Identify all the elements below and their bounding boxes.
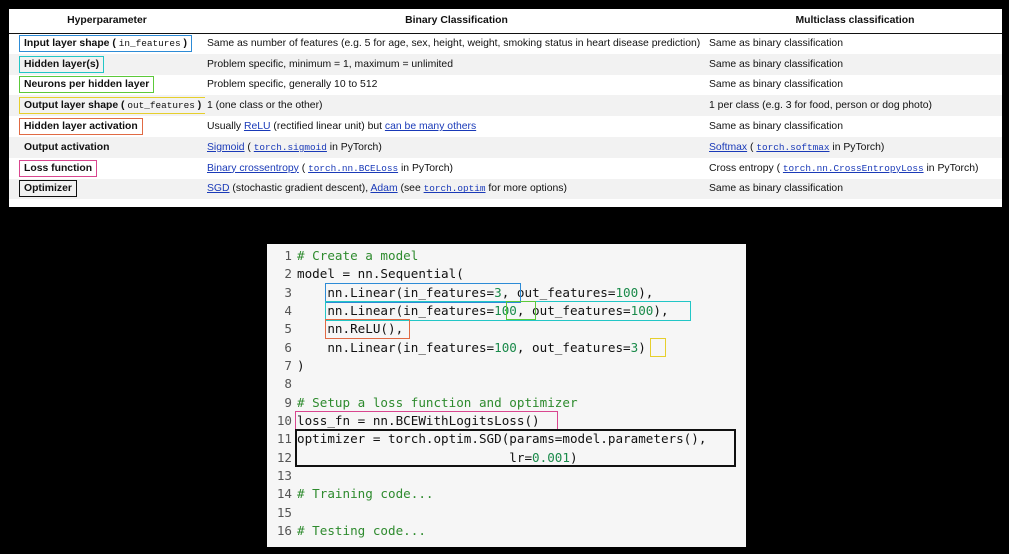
table-row: Output layer shape ( out_features ) 1 (o… <box>9 95 1002 117</box>
sgd-link[interactable]: SGD <box>207 183 230 194</box>
loss-function-label: Loss function <box>19 159 98 177</box>
code-line: 11 optimizer = torch.optim.SGD(params=mod… <box>276 431 707 447</box>
cell-binary: Usually ReLU (rectified linear unit) but… <box>207 121 477 133</box>
code-line: 13 <box>276 468 292 484</box>
code-line: 4 nn.Linear(in_features=100, out_feature… <box>284 303 669 319</box>
code-line: 14 # Training code... <box>276 486 434 502</box>
code-line: 2 model = nn.Sequential( <box>284 266 464 282</box>
cell-binary: Problem specific, generally 10 to 512 <box>207 79 378 91</box>
many-others-link[interactable]: can be many others <box>385 121 476 132</box>
cell-binary: SGD (stochastic gradient descent), Adam … <box>205 178 708 200</box>
hyperparameter-table: Hyperparameter Binary Classification Mul… <box>9 9 1002 200</box>
hidden-layers-label: Hidden layer(s) <box>19 55 105 73</box>
code-line: 9 # Setup a loss function and optimizer <box>284 394 578 410</box>
code-line: 5 nn.ReLU(), <box>284 321 404 337</box>
code-line: 6 nn.Linear(in_features=100, out_feature… <box>284 339 646 355</box>
cell-multi: 1 per class (e.g. 3 for food, person or … <box>708 95 1002 117</box>
binary-crossentropy-link[interactable]: Binary crossentropy <box>207 163 299 174</box>
table-row: Input layer shape ( in_features ) Same a… <box>9 33 1002 54</box>
output-layer-shape-label: Output layer shape ( out_features ) <box>19 97 205 115</box>
table-row: Output activation Sigmoid ( torch.sigmoi… <box>9 136 1002 158</box>
table-row: Loss function Binary crossentropy ( torc… <box>9 158 1002 179</box>
neurons-per-hidden-layer-label: Neurons per hidden layer <box>19 76 155 94</box>
relu-link[interactable]: ReLU <box>244 121 271 132</box>
table-row: Optimizer SGD (stochastic gradient desce… <box>9 178 1002 200</box>
code-line: 10 loss_fn = nn.BCEWithLogitsLoss() <box>276 413 540 429</box>
torch-sigmoid-link[interactable]: torch.sigmoid <box>254 142 327 153</box>
header-binary: Binary Classification <box>205 9 708 34</box>
cell-binary: 1 (one class or the other) <box>205 95 708 117</box>
code-line: 16 # Testing code... <box>276 523 426 539</box>
torch-softmax-link[interactable]: torch.softmax <box>756 142 829 153</box>
code-line: 8 <box>284 376 292 392</box>
cell-binary: Problem specific, minimum = 1, maximum =… <box>205 53 708 75</box>
crossentropyloss-link[interactable]: torch.nn.CrossEntropyLoss <box>783 163 924 174</box>
table-header-row: Hyperparameter Binary Classification Mul… <box>9 9 1002 34</box>
header-hyperparameter: Hyperparameter <box>9 9 205 34</box>
code-line: 3 nn.Linear(in_features=3, out_features=… <box>284 284 654 300</box>
cell-multi: Same as binary classification <box>709 121 843 133</box>
code-panel: 1 # Create a model 2 model = nn.Sequential… <box>267 244 746 547</box>
input-layer-shape-label: Input layer shape ( in_features ) <box>19 35 192 53</box>
cell-binary: Sigmoid ( torch.sigmoid in PyTorch) <box>205 136 708 158</box>
cell-multi: Same as binary classification <box>709 79 843 91</box>
code-line: 12 lr=0.001) <box>276 449 578 465</box>
softmax-link[interactable]: Softmax <box>709 142 747 153</box>
cell-multi: Softmax ( torch.softmax in PyTorch) <box>708 136 1002 158</box>
table-row: Hidden layer(s) Problem specific, minimu… <box>9 53 1002 75</box>
code-line: 1 # Create a model <box>284 248 419 263</box>
cell-binary: Binary crossentropy ( torch.nn.BCELoss i… <box>207 162 453 174</box>
header-multiclass: Multiclass classification <box>708 9 1002 34</box>
table-row: Neurons per hidden layer Problem specifi… <box>9 75 1002 96</box>
cell-multi: Same as binary classification <box>708 178 1002 200</box>
cell-binary: Same as number of features (e.g. 5 for a… <box>207 38 701 50</box>
torch-optim-link[interactable]: torch.optim <box>424 183 486 194</box>
hidden-layer-activation-label: Hidden layer activation <box>19 118 143 136</box>
sigmoid-link[interactable]: Sigmoid <box>207 142 245 153</box>
adam-link[interactable]: Adam <box>370 183 397 194</box>
cell-multi: Same as binary classification <box>709 38 843 50</box>
output-activation-label: Output activation <box>24 141 110 153</box>
optimizer-label: Optimizer <box>19 180 77 198</box>
cell-multi: Cross entropy ( torch.nn.CrossEntropyLos… <box>709 162 979 174</box>
table-row: Hidden layer activation Usually ReLU (re… <box>9 116 1002 137</box>
code-block: 1 # Create a model 2 model = nn.Sequential… <box>267 247 707 541</box>
bceloss-link[interactable]: torch.nn.BCELoss <box>308 163 398 174</box>
cell-multi: Same as binary classification <box>708 53 1002 75</box>
code-line: 7) <box>284 358 305 374</box>
code-line: 15 <box>276 504 292 520</box>
hyperparameter-table-panel: Hyperparameter Binary Classification Mul… <box>9 9 1002 207</box>
